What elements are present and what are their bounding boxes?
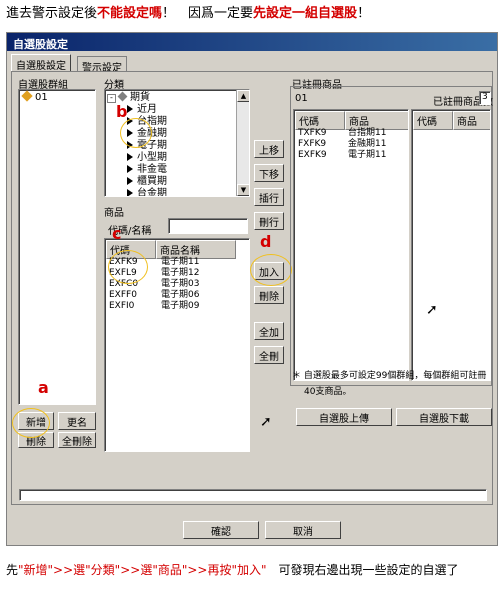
annotation-d: d [260, 232, 272, 251]
table-row[interactable]: FXFK9 金融期11 [298, 139, 386, 150]
annotation-a: a [38, 378, 49, 397]
diamond-icon [21, 90, 33, 102]
registered-table-2[interactable]: 代碼 商品 [411, 109, 491, 381]
cell-code: EXFF0 [109, 290, 137, 300]
insert-row-button[interactable]: 插行 [254, 188, 284, 206]
note-text: ＊ 自選股最多可設定99個群組，每個群組可註冊 40支商品。 [292, 368, 492, 400]
add-all-button[interactable]: 全加 [254, 322, 284, 340]
top-caption: 進去警示設定後不能設定嗎！ 因爲一定要先設定一組自選股！ [6, 2, 370, 21]
cell-name: 電子期09 [161, 301, 200, 311]
triangle-icon [127, 105, 133, 113]
move-up-button[interactable]: 上移 [254, 140, 284, 158]
remove-button[interactable]: 刪除 [254, 286, 284, 304]
caption-p2: "新增">>選"分類">>選"商品">>再按"加入" [18, 563, 267, 577]
caption-part5: ！ [357, 6, 371, 21]
group-item[interactable]: 01 [21, 90, 48, 103]
caption-part1: 進去警示設定後 [6, 6, 98, 21]
caption-part3: ！ 因爲一定要 [162, 6, 254, 21]
cursor-icon: ➚ [260, 414, 272, 430]
table-row[interactable]: EXFK9 電子期11 [298, 150, 386, 161]
tree-item[interactable]: 小型期 [127, 152, 167, 164]
download-button[interactable]: 自選股下載 [396, 408, 492, 426]
highlight-circle [108, 250, 148, 284]
caption-p1: 先 [6, 563, 19, 577]
tree-root[interactable]: - 期貨 [107, 91, 150, 104]
cell-name: 電子期11 [348, 150, 387, 160]
highlight-circle [12, 408, 50, 438]
cell-code: FXFK9 [298, 139, 327, 149]
registered-table[interactable]: 代碼 商品 TXFK9 台指期11 FXFK9 金融期11 EXFK9 電子期11 [293, 109, 409, 381]
table-row[interactable]: EXFI0 電子期09 [109, 301, 199, 312]
triangle-icon [127, 165, 133, 173]
tree-item[interactable]: 非金電 [127, 164, 167, 176]
tree-item-label: 小型期 [137, 152, 167, 163]
groups-list[interactable]: 01 [18, 89, 96, 405]
caption-p3: 可發現右邊出現一些設定的自選了 [266, 563, 459, 577]
cursor-icon: ➚ [426, 302, 438, 318]
cell-name: 電子期11 [161, 257, 200, 267]
caption-part2: 不能設定嗎 [97, 6, 163, 21]
annotation-c: c [112, 224, 122, 243]
tree-item-label: 近月 [137, 104, 157, 115]
tree-item[interactable]: 櫃買期 [127, 176, 167, 188]
cell-name: 電子期12 [161, 268, 200, 278]
remove-all-button[interactable]: 全刪 [254, 346, 284, 364]
cell-name: 電子期03 [161, 279, 200, 289]
ok-button[interactable]: 確認 [183, 521, 259, 539]
tree-item-label: 台金期 [137, 188, 167, 197]
registered-group: 01 [295, 93, 308, 104]
scroll-down-icon[interactable]: ▼ [237, 184, 249, 196]
tree-item[interactable]: 台金期 [127, 188, 167, 197]
column-header[interactable]: 代碼 [413, 111, 453, 130]
tree-root-label: 期貨 [130, 92, 150, 103]
highlight-circle [250, 254, 292, 286]
tree-item-label: 非金電 [137, 164, 167, 175]
cell-name: 台指期11 [348, 128, 387, 138]
tab-panel: 自選股群組 01 新增 更名 刪除 全刪除 分類 - 期貨 近月 台指期 金融期 … [11, 71, 493, 505]
annotation-b: b [116, 102, 128, 121]
tree-item[interactable]: 近月 [127, 104, 157, 116]
triangle-icon [127, 153, 133, 161]
diamond-icon [117, 91, 128, 102]
product-search-input[interactable] [168, 218, 248, 234]
rename-group-button[interactable]: 更名 [58, 412, 96, 430]
cancel-button[interactable]: 取消 [265, 521, 341, 539]
products-label: 商品 [104, 208, 124, 219]
scroll-up-icon[interactable]: ▲ [237, 90, 249, 102]
delete-all-groups-button[interactable]: 全刪除 [58, 432, 96, 448]
cell-name: 金融期11 [348, 139, 387, 149]
cell-code: EXFK9 [298, 150, 327, 160]
dialog-title: 自選股設定 [7, 33, 497, 51]
registered-count: 3 [479, 91, 491, 105]
group-item-label: 01 [35, 92, 48, 103]
caption-part4: 先設定一組自選股 [253, 6, 358, 21]
tree-scrollbar[interactable]: ▲ ▼ [236, 90, 249, 196]
column-header[interactable]: 商品 [453, 111, 490, 130]
bottom-caption: 先"新增">>選"分類">>選"商品">>再按"加入" 可發現右邊出現一些設定的… [6, 562, 500, 578]
collapse-icon: - [107, 94, 116, 103]
cell-name: 電子期06 [161, 290, 200, 300]
tree-item-label: 櫃買期 [137, 176, 167, 187]
table-row[interactable]: EXFF0 電子期06 [109, 290, 199, 301]
triangle-icon [127, 189, 133, 196]
note-line-2: 40支商品。 [304, 387, 352, 397]
cell-code: EXFI0 [109, 301, 135, 311]
triangle-icon [127, 177, 133, 185]
move-down-button[interactable]: 下移 [254, 164, 284, 182]
upload-button[interactable]: 自選股上傳 [296, 408, 392, 426]
settings-dialog: 自選股設定 自選股設定 警示設定 自選股群組 01 新增 更名 刪除 全刪除 分… [6, 32, 498, 546]
note-line-1: ＊ 自選股最多可設定99個群組，每個群組可註冊 [292, 371, 487, 381]
registered-pane: 01 已註冊商品數 3 代碼 商品 TXFK9 台指期11 FXFK9 金融期11 … [290, 86, 493, 386]
delete-row-button[interactable]: 刪行 [254, 212, 284, 230]
status-bar [19, 489, 487, 501]
cell-code: TXFK9 [298, 128, 327, 138]
table-row[interactable]: TXFK9 台指期11 [298, 128, 386, 139]
highlight-circle [120, 118, 152, 148]
